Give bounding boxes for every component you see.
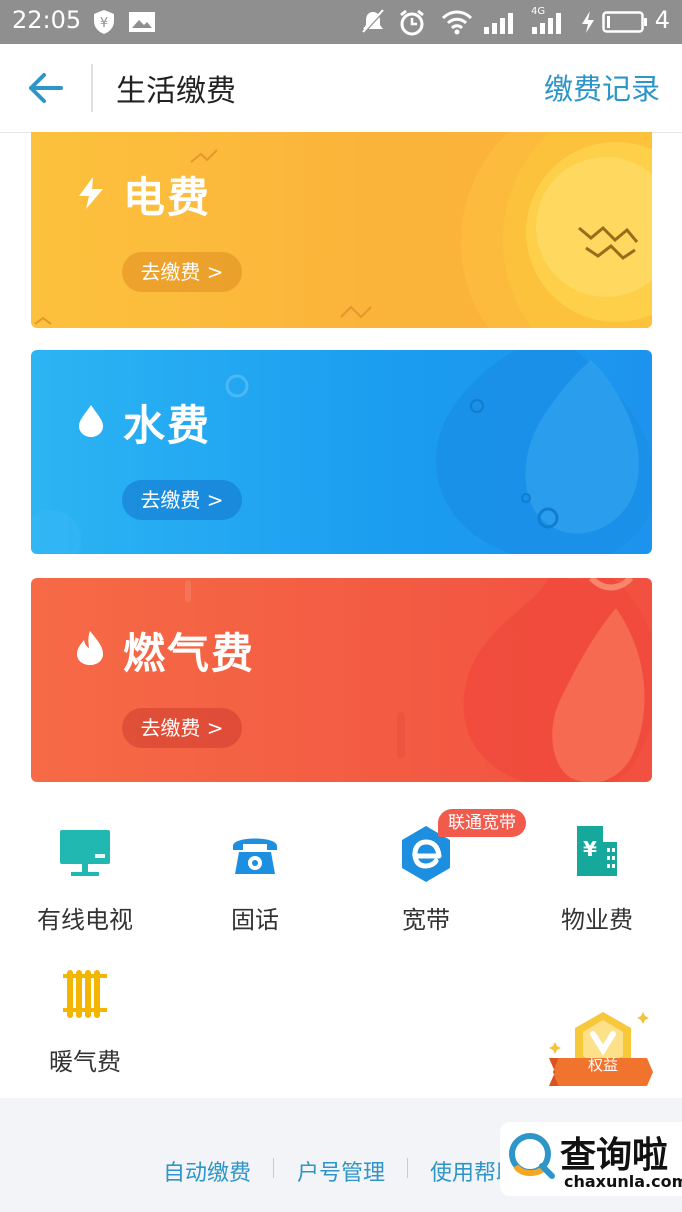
rights-badge-label: 权益 [587, 1056, 618, 1074]
svg-text:¥: ¥ [100, 16, 108, 31]
tv-icon [60, 830, 110, 876]
water-card[interactable]: 水费 去缴费 > [31, 350, 652, 554]
flame-icon [77, 631, 103, 665]
svg-text:¥: ¥ [583, 837, 597, 861]
account-management-link[interactable]: 户号管理 [297, 1155, 385, 1187]
watermark-url: chaxunla.com [564, 1172, 682, 1191]
status-bar: 22:05 ¥ 4G 4 [0, 0, 682, 44]
lightning-icon [79, 177, 103, 209]
watermark: 查询啦 chaxunla.com [500, 1122, 682, 1196]
footer-divider [273, 1158, 274, 1178]
service-label: 宽带 [402, 906, 450, 934]
service-landline[interactable]: 固话 [185, 824, 325, 935]
watermark-logo-icon [509, 1133, 555, 1179]
rights-badge[interactable] [547, 1006, 659, 1096]
service-label: 固话 [231, 906, 279, 934]
wifi-icon [441, 10, 473, 35]
building-yen-icon: ¥ [577, 826, 617, 876]
back-arrow-icon[interactable] [26, 70, 66, 106]
app-header: 生活缴费 缴费记录 [0, 44, 682, 133]
auto-pay-link[interactable]: 自动缴费 [163, 1155, 251, 1187]
radiator-icon [63, 970, 107, 1018]
battery-level: 4 [654, 6, 670, 34]
electricity-pay-button[interactable]: 去缴费 > [122, 252, 242, 292]
header-divider [91, 64, 93, 112]
gas-card[interactable]: 燃气费 去缴费 > [31, 578, 652, 782]
gas-label: 燃气费 [123, 629, 256, 678]
gas-pay-button[interactable]: 去缴费 > [122, 708, 242, 748]
page-title: 生活缴费 [116, 74, 236, 109]
water-label: 水费 [123, 401, 212, 450]
service-label: 有线电视 [37, 906, 133, 934]
shield-yen-icon: ¥ [94, 10, 114, 34]
battery-icon [602, 11, 647, 33]
telephone-icon [233, 838, 277, 874]
water-drop-icon [79, 405, 103, 437]
signal-4g-icon [532, 13, 561, 34]
status-time: 22:05 [12, 6, 82, 34]
water-pay-button[interactable]: 去缴费 > [122, 480, 242, 520]
mute-icon [361, 9, 385, 35]
service-broadband[interactable]: 宽带 [356, 824, 496, 935]
service-property-fee[interactable]: ¥ 物业费 [527, 824, 667, 935]
payment-records-link[interactable]: 缴费记录 [544, 66, 660, 108]
unicom-broadband-tag: 联通宽带 [438, 809, 526, 837]
service-label: 物业费 [561, 906, 633, 934]
charging-icon [582, 11, 594, 33]
alarm-icon [400, 9, 424, 36]
electricity-card[interactable]: 电费 去缴费 > [31, 132, 652, 328]
service-heating[interactable]: 暖气费 [15, 966, 155, 1077]
signal-icon [484, 13, 513, 34]
electricity-decoration [34, 132, 652, 328]
service-cable-tv[interactable]: 有线电视 [15, 824, 155, 935]
service-label: 暖气费 [49, 1048, 121, 1076]
electricity-label: 电费 [123, 173, 212, 222]
image-icon [129, 12, 155, 32]
footer-divider [407, 1158, 408, 1178]
watermark-text: 查询啦 [560, 1135, 669, 1176]
